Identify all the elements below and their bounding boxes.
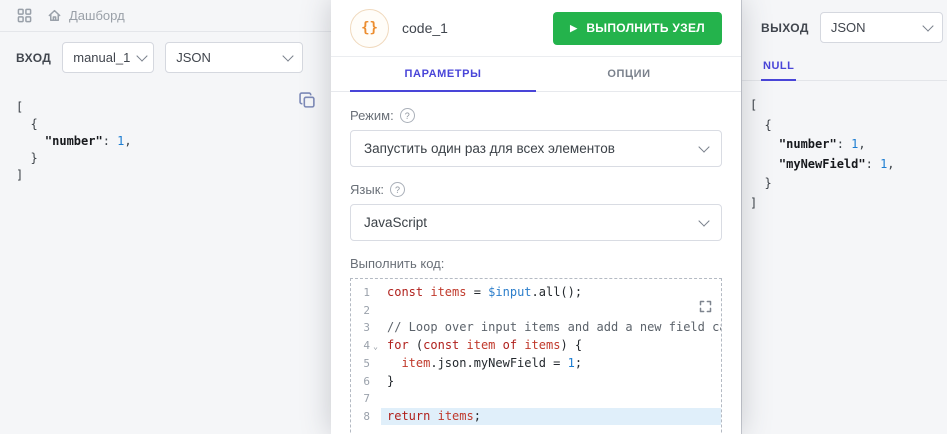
input-panel-header: ВХОД manual_1 JSON — [0, 32, 331, 81]
line-number: 2 — [363, 303, 370, 317]
json-line: [ — [750, 98, 758, 112]
tab-options[interactable]: ОПЦИИ — [536, 57, 722, 91]
chevron-down-icon — [698, 140, 710, 153]
chevron-down-icon — [698, 214, 710, 227]
json-line: [ — [16, 100, 24, 114]
node-detail-modal: {} code_1 ▶ ВЫПОЛНИТЬ УЗЕЛ ПАРАМЕТРЫ ОПЦ… — [331, 0, 741, 434]
code-line[interactable]: 7 — [351, 390, 721, 408]
line-number: 3 — [363, 321, 370, 334]
output-format-value: JSON — [830, 20, 866, 35]
language-select-value: JavaScript — [364, 215, 428, 230]
input-json-area: [ { "number": 1, }] — [0, 81, 331, 202]
mode-select-value: Запустить один раз для всех элементов — [364, 141, 615, 156]
mode-field-label: Режим: ? — [350, 108, 722, 123]
json-line: "number": 1, — [778, 137, 866, 151]
execute-node-label: ВЫПОЛНИТЬ УЗЕЛ — [586, 21, 705, 35]
code-editor-lines: 1 const items = $input.all(); 2 3// Loop ov… — [351, 284, 721, 425]
chevron-down-icon — [282, 49, 294, 62]
mode-label-text: Режим: — [350, 108, 394, 123]
json-line: "myNewField": 1, — [778, 156, 895, 171]
output-panel-header: ВЫХОД JSON — [742, 0, 947, 51]
help-icon[interactable]: ? — [390, 182, 405, 197]
output-panel-title: ВЫХОД — [761, 20, 809, 35]
home-icon — [47, 8, 62, 23]
expand-icon[interactable] — [698, 299, 713, 317]
code-line[interactable]: 4 ⌄ for (const item of items) { — [351, 337, 721, 356]
modal-body: Режим: ? Запустить один раз для всех эле… — [331, 92, 741, 434]
input-format-select[interactable]: JSON — [165, 42, 304, 73]
mode-select[interactable]: Запустить один раз для всех элементов — [350, 130, 722, 167]
output-branch-tabs: NULL — [742, 56, 947, 81]
input-source-select[interactable]: manual_1 — [62, 42, 155, 73]
language-select[interactable]: JavaScript — [350, 204, 722, 241]
copy-icon[interactable] — [297, 90, 318, 114]
language-field-label: Язык: ? — [350, 182, 722, 197]
output-branch-tab-null[interactable]: NULL — [761, 57, 797, 81]
code-field-label: Выполнить код: — [350, 256, 722, 271]
code-node-icon: {} — [350, 8, 389, 48]
code-line[interactable]: 2 — [351, 302, 721, 320]
line-number: 5 — [363, 357, 370, 370]
code-line[interactable]: 8 return items; — [351, 407, 721, 425]
code-line[interactable]: 5 item.json.myNewField = 1; — [351, 355, 721, 373]
modal-tabs: ПАРАМЕТРЫ ОПЦИИ — [331, 57, 741, 92]
input-source-value: manual_1 — [73, 50, 131, 65]
output-format-select[interactable]: JSON — [819, 12, 943, 43]
fold-arrow-icon[interactable]: ⌄ — [370, 338, 381, 356]
chevron-down-icon — [136, 49, 149, 62]
json-line: { — [16, 117, 38, 131]
json-line: } — [16, 151, 38, 165]
output-json-view: [ { "number": 1, "myNewField": 1, }] — [742, 81, 947, 213]
chevron-down-icon — [922, 19, 934, 32]
line-number: 7 — [363, 392, 370, 405]
tab-parameters[interactable]: ПАРАМЕТРЫ — [350, 57, 536, 92]
language-label-text: Язык: — [350, 182, 384, 197]
line-number: 6 — [363, 374, 370, 388]
json-line: ] — [16, 168, 24, 182]
code-editor[interactable]: 1 const items = $input.all(); 2 3// Loop ov… — [350, 278, 722, 434]
code-line[interactable]: 1 const items = $input.all(); — [351, 284, 721, 302]
code-label-text: Выполнить код: — [350, 256, 445, 271]
line-number: 8 — [363, 409, 370, 423]
help-icon[interactable]: ? — [399, 108, 415, 123]
input-panel-title: ВХОД — [16, 50, 52, 65]
output-panel: ВЫХОД JSON NULL [ { "number": 1, "myNewF… — [741, 0, 947, 434]
json-line: ] — [750, 195, 758, 210]
input-panel: Дашборд ВХОД manual_1 JSON [ { "number":… — [0, 0, 331, 434]
input-format-value: JSON — [176, 50, 211, 65]
grid-icon[interactable] — [17, 8, 32, 23]
node-title: code_1 — [402, 20, 448, 36]
play-icon: ▶ — [570, 22, 578, 33]
line-number: 4 ⌄ — [351, 337, 381, 356]
code-line[interactable]: 6} — [351, 373, 721, 391]
code-line[interactable]: 3// Loop over input items and add a new … — [351, 319, 721, 337]
line-number: 1 — [363, 286, 370, 299]
breadcrumb-label: Дашборд — [69, 8, 125, 23]
breadcrumb-dashboard-link[interactable]: Дашборд — [47, 8, 125, 23]
modal-header: {} code_1 ▶ ВЫПОЛНИТЬ УЗЕЛ — [331, 0, 741, 57]
json-line: { — [750, 117, 772, 132]
input-json-view: [ { "number": 1, }] — [16, 99, 315, 184]
execute-node-button[interactable]: ▶ ВЫПОЛНИТЬ УЗЕЛ — [553, 11, 722, 45]
breadcrumb: Дашборд — [0, 0, 331, 32]
json-line: "number": 1, — [44, 134, 132, 148]
json-line: } — [750, 176, 772, 190]
